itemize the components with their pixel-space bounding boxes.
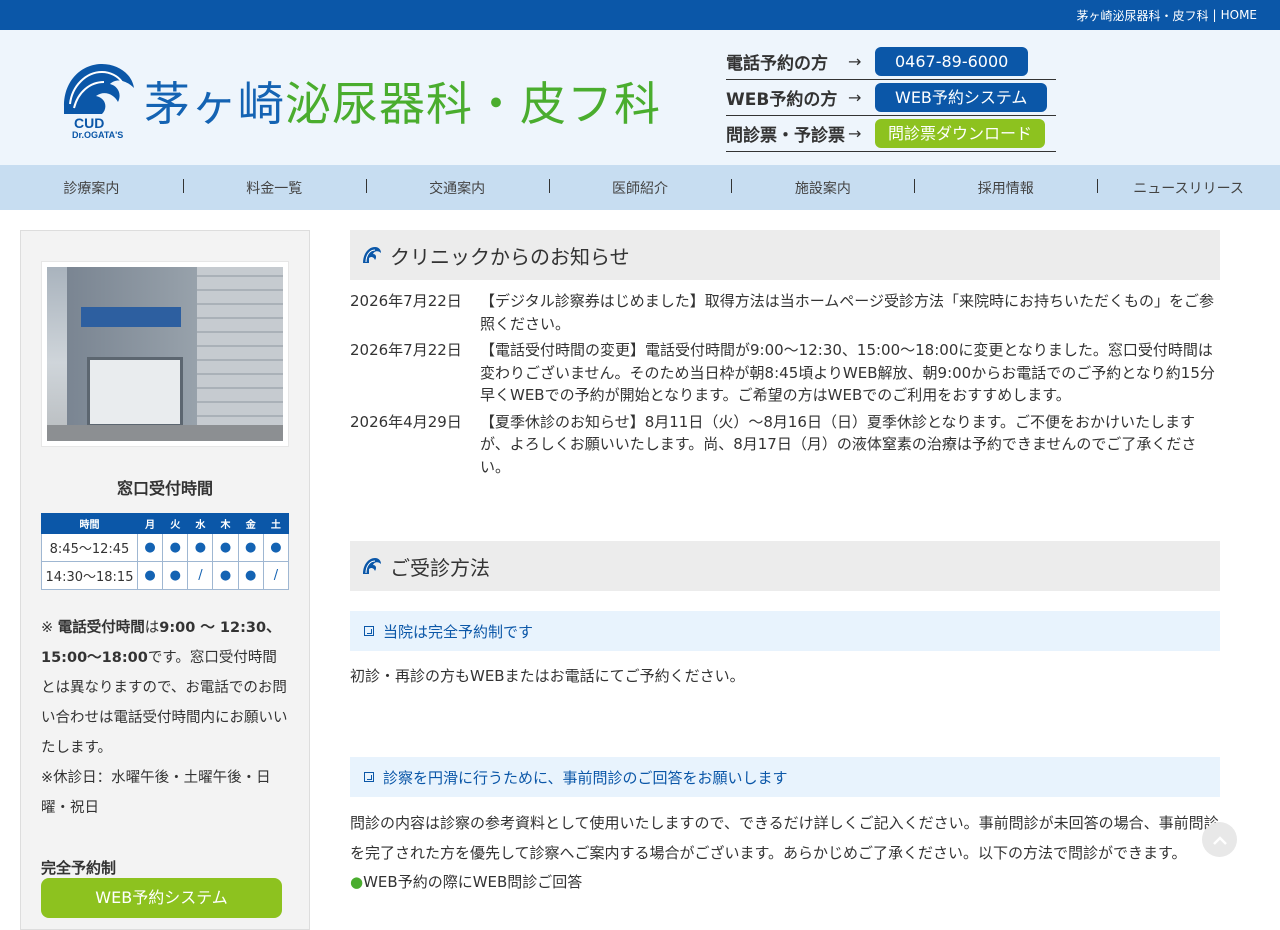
hours-header-thu: 木 xyxy=(212,513,239,534)
questionnaire-download-button[interactable]: 問診票ダウンロード xyxy=(875,119,1046,148)
hours-row-morning: 8:45～12:45 ● ● ● ● ● ● xyxy=(41,533,290,562)
questionnaire-row: 問診票・予診票 → 問診票ダウンロード xyxy=(726,116,1056,152)
visit-title: ご受診方法 xyxy=(390,555,490,580)
separator: | xyxy=(1212,8,1217,22)
bullet-text: WEB予約の際にWEB問診ご回答 xyxy=(363,873,583,891)
hours-time: 8:45～12:45 xyxy=(41,533,138,562)
note-prefix: ※ xyxy=(41,620,54,636)
news-date: 2026年7月22日 xyxy=(350,341,462,359)
hours-mark: ● xyxy=(237,561,264,590)
bullet-icon: ● xyxy=(350,873,364,891)
main-content: クリニックからのお知らせ 2026年7月22日 【デジタル診察券はじめました】取… xyxy=(350,230,1220,896)
note-mid: は xyxy=(144,620,160,636)
nav-item-medical[interactable]: 診療案内 xyxy=(0,178,183,198)
news-list: 2026年7月22日 【デジタル診察券はじめました】取得方法は当ホームページ受診… xyxy=(350,290,1220,478)
news-title: クリニックからのお知らせ xyxy=(390,244,630,269)
news-date: 2026年4月29日 xyxy=(350,412,462,431)
hours-mark: / xyxy=(262,561,290,590)
nav-item-doctors[interactable]: 医師紹介 xyxy=(548,178,732,198)
news-date: 2026年7月22日 xyxy=(350,292,462,310)
hours-mark: ● xyxy=(136,533,164,562)
phone-number-button[interactable]: 0467-89-6000 xyxy=(875,47,1029,76)
reserve-title: 完全予約制 xyxy=(41,859,117,877)
wave-icon xyxy=(363,558,381,574)
news-text: 【電話受付時間の変更】電話受付時間が9:00～12:30、15:00～18:00… xyxy=(480,341,1215,404)
arrow-icon: → xyxy=(848,88,862,107)
home-link[interactable]: HOME xyxy=(1221,8,1257,22)
hours-mark: / xyxy=(187,561,214,590)
nav-item-fees[interactable]: 料金一覧 xyxy=(182,178,366,198)
hours-header-wed: 水 xyxy=(187,513,214,534)
arrow-icon: → xyxy=(848,124,862,143)
questionnaire-label: 問診票・予診票 xyxy=(726,126,845,146)
hours-mark: ● xyxy=(212,561,239,590)
sidebar: 窓口受付時間 時間 月 火 水 木 金 土 8:45～12:45 ● ● ● ●… xyxy=(20,230,310,930)
header: CUD Dr.OGATA'S 茅ヶ崎泌尿器科・皮フ科 電話予約の方 → 0467… xyxy=(0,30,1280,165)
arrow-box-icon xyxy=(364,626,374,636)
contact-panel: 電話予約の方 → 0467-89-6000 WEB予約の方 → WEB予約システ… xyxy=(726,44,1056,152)
closed-days: ※休診日：水曜午後・土曜午後・日曜・祝日 xyxy=(41,770,271,816)
news-item: 2026年7月22日 【デジタル診察券はじめました】取得方法は当ホームページ受診… xyxy=(350,290,1220,335)
web-reservation-button[interactable]: WEB予約システム xyxy=(875,83,1048,112)
web-reservation-row: WEB予約の方 → WEB予約システム xyxy=(726,80,1056,116)
logo-text: 茅ヶ崎泌尿器科・皮フ科 xyxy=(144,68,661,134)
hours-row-afternoon: 14:30～18:15 ● ● / ● ● / xyxy=(41,561,290,590)
visit-heading: ご受診方法 xyxy=(350,541,1220,591)
logo-text-blue: 茅ヶ崎 xyxy=(144,77,285,131)
hours-mark: ● xyxy=(162,533,189,562)
hours-mark: ● xyxy=(262,533,290,562)
arrow-box-icon xyxy=(364,772,374,782)
web-reservation-label: WEB予約の方 xyxy=(726,90,838,110)
hours-mark: ● xyxy=(162,561,189,590)
bullet-item: ●WEB予約の際にWEB問診ご回答 xyxy=(350,868,1220,896)
nav-item-facility[interactable]: 施設案内 xyxy=(731,178,914,198)
site-name-link[interactable]: 茅ヶ崎泌尿器科・皮フ科 xyxy=(1077,7,1209,24)
sidebar-web-reservation-button[interactable]: WEB予約システム xyxy=(41,878,282,918)
phone-reservation-row: 電話予約の方 → 0467-89-6000 xyxy=(726,44,1056,80)
section-text: 初診・再診の方もWEBまたはお電話にてご予約ください。 xyxy=(350,667,745,685)
news-heading: クリニックからのお知らせ xyxy=(350,230,1220,280)
hours-table: 時間 月 火 水 木 金 土 8:45～12:45 ● ● ● ● ● ● 14… xyxy=(41,513,290,590)
nav-item-access[interactable]: 交通案内 xyxy=(365,178,549,198)
hours-mark: ● xyxy=(212,533,239,562)
hours-header-sat: 土 xyxy=(262,513,290,534)
section-title: 診察を円滑に行うために、事前問診のご回答をお願いします xyxy=(383,768,788,787)
top-bar: 茅ヶ崎泌尿器科・皮フ科 | HOME xyxy=(0,0,1280,30)
phone-hours-note: ※ 電話受付時間は9:00 ～ 12:30、15:00～18:00です。窓口受付… xyxy=(41,613,291,823)
global-nav: 診療案内 料金一覧 交通案内 医師紹介 施設案内 採用情報 ニュースリリース xyxy=(0,165,1280,210)
hours-header-tue: 火 xyxy=(162,513,189,534)
news-text: 【夏季休診のお知らせ】8月11日（火）～8月16日（日）夏季休診となります。ご不… xyxy=(480,412,1197,476)
phone-reservation-label: 電話予約の方 xyxy=(726,54,828,74)
section-text: 問診の内容は診察の参考資料として使用いたしますので、できるだけ詳しくご記入くださ… xyxy=(350,814,1219,862)
arrow-icon: → xyxy=(848,52,862,71)
news-item: 2026年7月22日 【電話受付時間の変更】電話受付時間が9:00～12:30、… xyxy=(350,339,1220,407)
nav-item-news[interactable]: ニュースリリース xyxy=(1097,178,1280,198)
hours-mark: ● xyxy=(136,561,164,590)
logo-wave-icon: CUD Dr.OGATA'S xyxy=(64,64,134,140)
svg-text:Dr.OGATA'S: Dr.OGATA'S xyxy=(72,130,123,140)
svg-text:CUD: CUD xyxy=(74,115,104,131)
hours-header-fri: 金 xyxy=(237,513,264,534)
chevron-up-icon xyxy=(1212,835,1227,845)
section-heading-reservation: 当院は完全予約制です xyxy=(350,611,1220,651)
hours-time: 14:30～18:15 xyxy=(41,561,138,590)
hours-mark: ● xyxy=(187,533,214,562)
hours-header-mon: 月 xyxy=(136,513,164,534)
news-text: 【デジタル診察券はじめました】取得方法は当ホームページ受診方法「来院時にお持ちい… xyxy=(480,292,1214,333)
nav-item-recruit[interactable]: 採用情報 xyxy=(914,178,1097,198)
hours-header-time: 時間 xyxy=(41,513,138,534)
clinic-photo xyxy=(41,261,289,447)
logo[interactable]: CUD Dr.OGATA'S 茅ヶ崎泌尿器科・皮フ科 xyxy=(60,58,660,142)
back-to-top-button[interactable] xyxy=(1202,822,1237,857)
note-phone-hours-label: 電話受付時間 xyxy=(57,620,145,636)
hours-mark: ● xyxy=(237,533,264,562)
hours-title: 窓口受付時間 xyxy=(116,479,213,498)
news-item: 2026年4月29日 【夏季休診のお知らせ】8月11日（火）～8月16日（日）夏… xyxy=(350,411,1220,479)
section-heading-questionnaire: 診察を円滑に行うために、事前問診のご回答をお願いします xyxy=(350,757,1220,797)
wave-icon xyxy=(363,247,381,263)
section-title: 当院は完全予約制です xyxy=(383,622,534,641)
logo-text-green: 泌尿器科・皮フ科 xyxy=(285,77,661,131)
